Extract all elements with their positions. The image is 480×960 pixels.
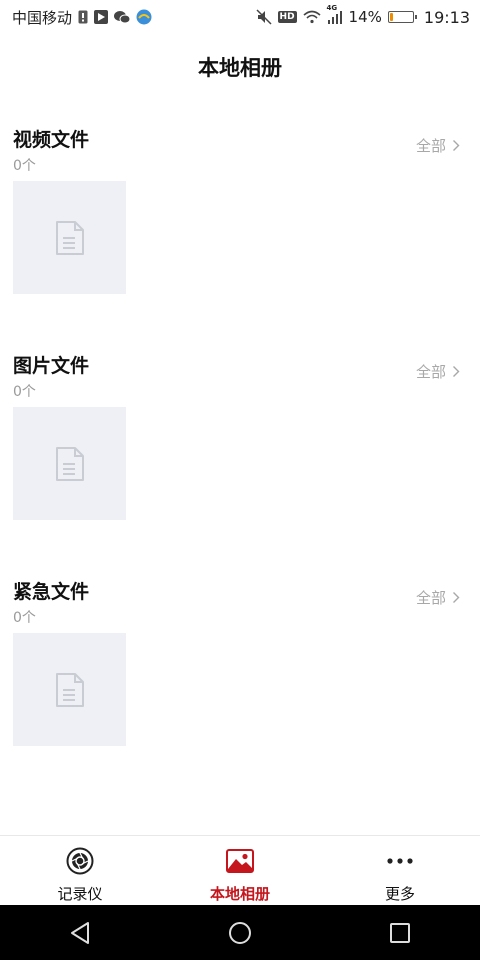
chevron-right-icon <box>453 366 460 377</box>
status-bar-right: HD 4G 14% 19:13 <box>256 4 470 27</box>
recents-icon[interactable] <box>380 913 420 953</box>
empty-thumbnail <box>13 407 126 520</box>
nav-label: 记录仪 <box>57 885 103 903</box>
sim-alert-icon <box>78 10 88 24</box>
play-store-icon <box>94 10 109 24</box>
document-icon <box>55 220 84 255</box>
photo-album-icon <box>225 846 255 876</box>
section-count: 0个 <box>13 384 36 400</box>
document-icon <box>55 446 84 481</box>
nav-item-local-album[interactable]: 本地相册 <box>160 836 320 906</box>
battery-icon <box>387 11 417 23</box>
bottom-nav: 记录仪 本地相册 更多 <box>0 835 480 906</box>
section-emergency: 紧急文件 0个 全部 <box>0 577 480 777</box>
app-icon <box>136 9 152 25</box>
section-photos: 图片文件 0个 全部 <box>0 351 480 551</box>
signal-icon: 4G <box>327 4 343 24</box>
wechat-icon <box>114 10 131 24</box>
section-title: 图片文件 <box>13 355 90 377</box>
nav-item-more[interactable]: 更多 <box>320 836 480 906</box>
view-all-label: 全部 <box>415 589 446 607</box>
view-all-button[interactable]: 全部 <box>416 361 460 382</box>
status-bar: 中国移动 HD 4G 14% 19:13 <box>0 0 480 34</box>
view-all-button[interactable]: 全部 <box>416 587 460 608</box>
status-bar-left: 中国移动 <box>12 7 152 28</box>
section-title: 紧急文件 <box>13 581 90 603</box>
more-dots-icon <box>385 846 415 876</box>
system-nav-bar <box>0 905 480 960</box>
empty-thumbnail <box>13 181 126 294</box>
section-video: 视频文件 0个 全部 <box>0 125 480 325</box>
home-icon[interactable] <box>220 913 260 953</box>
clock: 19:13 <box>423 7 470 27</box>
signal-type-label: 4G <box>326 4 338 12</box>
view-all-label: 全部 <box>415 363 446 381</box>
wifi-icon <box>303 10 321 24</box>
battery-percent: 14% <box>348 8 382 26</box>
mute-icon <box>256 9 272 25</box>
view-all-label: 全部 <box>415 137 446 155</box>
empty-thumbnail <box>13 633 126 746</box>
section-count: 0个 <box>13 610 36 626</box>
nav-item-recorder[interactable]: 记录仪 <box>0 836 160 906</box>
document-icon <box>55 672 84 707</box>
section-title: 视频文件 <box>13 129 90 151</box>
page-title: 本地相册 <box>198 56 282 80</box>
back-icon[interactable] <box>60 913 100 953</box>
hd-badge: HD <box>277 11 297 23</box>
carrier-name: 中国移动 <box>12 8 73 27</box>
chevron-right-icon <box>453 592 460 603</box>
camera-lens-icon <box>65 846 95 876</box>
nav-label: 本地相册 <box>209 885 270 903</box>
view-all-button[interactable]: 全部 <box>416 135 460 156</box>
chevron-right-icon <box>453 140 460 151</box>
nav-label: 更多 <box>384 885 415 903</box>
battery-fill <box>389 13 393 21</box>
section-count: 0个 <box>13 158 36 174</box>
